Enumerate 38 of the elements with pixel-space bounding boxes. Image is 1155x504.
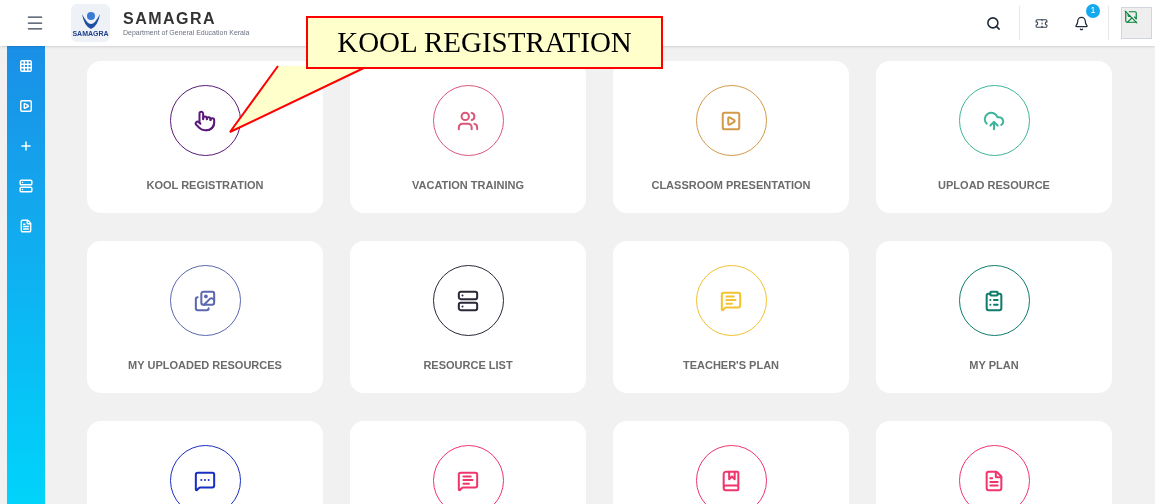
message-icon xyxy=(457,469,479,492)
people-icon xyxy=(457,109,479,132)
menu-tile[interactable]: MY UPLOADED RESOURCES xyxy=(87,241,323,393)
menu-tile[interactable]: RESOURCE LIST xyxy=(350,241,586,393)
app-title: SAMAGRA xyxy=(123,10,218,27)
menu-tile[interactable]: TEACHER'S PLAN xyxy=(613,241,849,393)
callout-text: KOOL REGISTRATION xyxy=(337,28,632,57)
menu-tile[interactable]: UPLOAD RESOURCE xyxy=(876,61,1112,213)
notification-badge: 1 xyxy=(1086,4,1100,18)
tile-label: VACATION TRAINING xyxy=(412,178,524,193)
hand-pointer-icon xyxy=(194,109,216,132)
notification-button[interactable] xyxy=(1072,14,1090,32)
chat-icon xyxy=(194,469,216,492)
tile-label: UPLOAD RESOURCE xyxy=(938,178,1050,193)
document-button[interactable] xyxy=(18,218,34,234)
play-button[interactable] xyxy=(18,98,34,114)
book-icon xyxy=(720,469,742,492)
tile-label: KOOL REGISTRATION xyxy=(146,178,264,193)
cloud-upload-icon xyxy=(983,109,1005,132)
images-icon xyxy=(194,289,216,312)
document-icon xyxy=(983,469,1005,492)
tile-label: TEACHER'S PLAN xyxy=(682,358,780,373)
server-button[interactable] xyxy=(18,178,34,194)
message-icon xyxy=(720,289,742,312)
menu-tile[interactable]: MY PLAN xyxy=(876,241,1112,393)
tile-label: MY UPLOADED RESOURCES xyxy=(128,358,282,373)
broken-image-icon xyxy=(1124,10,1138,24)
grid-button[interactable] xyxy=(18,58,34,74)
tile-label: RESOURCE LIST xyxy=(423,358,513,373)
menu-tile[interactable]: CLASSROOM PRESENTATION xyxy=(613,61,849,213)
plus-button[interactable] xyxy=(18,138,34,154)
avatar-image[interactable] xyxy=(1121,7,1152,39)
tile-label: MY PLAN xyxy=(969,358,1019,373)
tile-label: CLASSROOM PRESENTATION xyxy=(651,178,811,193)
clipboard-icon xyxy=(983,289,1005,312)
menu-tile[interactable]: KOOL REGISTRATION xyxy=(87,61,323,213)
server-icon xyxy=(457,289,479,312)
play-icon xyxy=(720,109,742,132)
